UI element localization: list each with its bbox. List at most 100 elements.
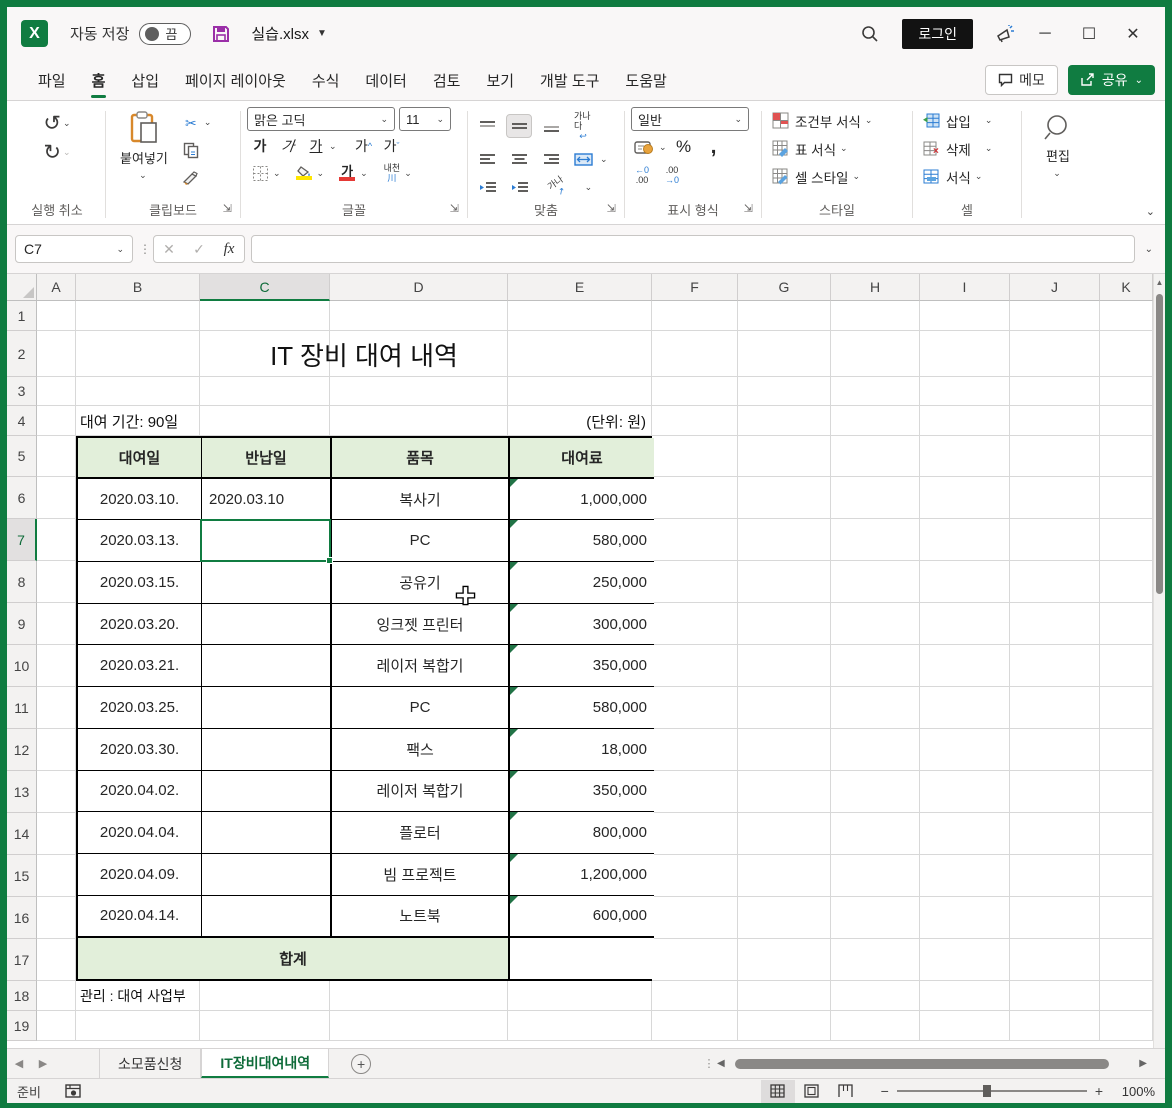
cell-I7[interactable] (920, 519, 1010, 561)
cell-J2[interactable] (1010, 331, 1100, 377)
increase-decimal-icon[interactable]: ←0.00 (631, 163, 653, 187)
table-cell-item[interactable]: 레이저 복합기 (332, 645, 510, 688)
cell-A3[interactable] (37, 377, 76, 406)
cell-J19[interactable] (1010, 1011, 1100, 1041)
chevron-down-icon[interactable]: ⌄ (585, 182, 593, 193)
page-break-view-button[interactable] (829, 1080, 863, 1103)
align-center-icon[interactable] (506, 147, 532, 171)
cell-A7[interactable] (37, 519, 76, 561)
table-cell-ret[interactable] (202, 895, 332, 938)
table-cell-item[interactable]: 공유기 (332, 562, 510, 604)
cell-B1[interactable] (76, 301, 200, 331)
align-top-icon[interactable] (474, 114, 500, 138)
table-cell-fee[interactable]: 600,000 (510, 895, 654, 938)
cell-H9[interactable] (831, 603, 920, 645)
table-header-0[interactable]: 대여일 (78, 438, 202, 479)
table-cell-date[interactable]: 2020.04.04. (78, 812, 202, 854)
cell-G4[interactable] (738, 406, 831, 436)
table-cell-item[interactable]: 잉크젯 프린터 (332, 603, 510, 646)
cell-F15[interactable] (652, 855, 738, 897)
cell-F13[interactable] (652, 771, 738, 813)
column-header-J[interactable]: J (1010, 274, 1100, 301)
expand-formula-bar-icon[interactable]: ⌄ (1141, 244, 1157, 255)
column-header-A[interactable]: A (37, 274, 76, 301)
cell-I19[interactable] (920, 1011, 1010, 1041)
login-button[interactable]: 로그인 (902, 18, 973, 49)
cell-K2[interactable] (1100, 331, 1153, 377)
table-cell-item[interactable]: 레이저 복합기 (332, 770, 510, 813)
table-cell-date[interactable]: 2020.03.20. (78, 603, 202, 646)
cell-D19[interactable] (330, 1011, 508, 1041)
table-cell-date[interactable]: 2020.03.21. (78, 645, 202, 688)
scroll-up-icon[interactable]: ▲ (1154, 274, 1165, 290)
percent-style-button[interactable]: % (671, 135, 697, 159)
cell-H8[interactable] (831, 561, 920, 603)
font-color-icon[interactable]: 가 (334, 161, 360, 185)
cell-J1[interactable] (1010, 301, 1100, 331)
cell-J8[interactable] (1010, 561, 1100, 603)
font-dialog-launcher[interactable]: ⇲ (450, 198, 459, 220)
cell-J4[interactable] (1010, 406, 1100, 436)
cell-A19[interactable] (37, 1011, 76, 1041)
row-header-6[interactable]: 6 (7, 477, 37, 519)
column-header-G[interactable]: G (738, 274, 831, 301)
underline-button[interactable]: 가 (303, 134, 329, 158)
cell-B3[interactable] (76, 377, 200, 406)
table-cell-ret[interactable] (202, 770, 332, 813)
align-left-icon[interactable] (474, 147, 500, 171)
cell-G11[interactable] (738, 687, 831, 729)
table-cell-item[interactable]: 팩스 (332, 728, 510, 771)
table-cell-item[interactable]: 빔 프로젝트 (332, 853, 510, 896)
table-cell-date[interactable]: 2020.03.15. (78, 562, 202, 604)
chevron-down-icon[interactable]: ⌄ (329, 141, 337, 152)
chevron-down-icon[interactable]: ⌄ (659, 142, 667, 153)
cell-F2[interactable] (652, 331, 738, 377)
cell-K13[interactable] (1100, 771, 1153, 813)
cell-K15[interactable] (1100, 855, 1153, 897)
table-cell-fee[interactable]: 580,000 (510, 687, 654, 729)
cell-H18[interactable] (831, 981, 920, 1011)
share-button[interactable]: 공유 ⌄ (1067, 65, 1155, 95)
row-header-11[interactable]: 11 (7, 687, 37, 729)
alignment-dialog-launcher[interactable]: ⇲ (607, 198, 616, 220)
chevron-down-icon[interactable]: ⌄ (63, 147, 71, 158)
row-header-12[interactable]: 12 (7, 729, 37, 771)
row-header-9[interactable]: 9 (7, 603, 37, 645)
row-header-10[interactable]: 10 (7, 645, 37, 687)
unit-label[interactable]: (단위: 원) (508, 406, 646, 436)
column-header-H[interactable]: H (831, 274, 920, 301)
cell-G1[interactable] (738, 301, 831, 331)
normal-view-button[interactable] (760, 1079, 795, 1103)
cell-styles-button[interactable]: 셀 스타일 ⌄ (768, 163, 864, 190)
tab-developer[interactable]: 개발 도구 (527, 63, 612, 98)
vertical-scroll-thumb[interactable] (1156, 294, 1163, 594)
cell-H13[interactable] (831, 771, 920, 813)
cell-K9[interactable] (1100, 603, 1153, 645)
cell-I2[interactable] (920, 331, 1010, 377)
cell-J10[interactable] (1010, 645, 1100, 687)
table-cell-fee[interactable]: 300,000 (510, 603, 654, 646)
table-header-1[interactable]: 반납일 (202, 438, 332, 479)
cell-H5[interactable] (831, 436, 920, 477)
cell-F12[interactable] (652, 729, 738, 771)
table-cell-date[interactable]: 2020.04.02. (78, 770, 202, 813)
comments-button[interactable]: 메모 (985, 65, 1058, 95)
table-cell-item[interactable]: PC (332, 520, 510, 563)
cell-C19[interactable] (200, 1011, 330, 1041)
column-header-D[interactable]: D (330, 274, 508, 301)
cell-G3[interactable] (738, 377, 831, 406)
cell-A15[interactable] (37, 855, 76, 897)
cell-J14[interactable] (1010, 813, 1100, 855)
cell-G2[interactable] (738, 331, 831, 377)
insert-cells-button[interactable]: 삽입 ⌄ (919, 107, 996, 134)
cell-K19[interactable] (1100, 1011, 1153, 1041)
fill-color-icon[interactable] (291, 161, 317, 185)
table-cell-date[interactable]: 2020.04.09. (78, 853, 202, 896)
table-cell-fee[interactable]: 350,000 (510, 645, 654, 688)
cell-J12[interactable] (1010, 729, 1100, 771)
table-cell-ret[interactable] (202, 687, 332, 729)
collapse-ribbon-icon[interactable]: ⌄ (1146, 205, 1155, 218)
cell-A17[interactable] (37, 939, 76, 981)
align-bottom-icon[interactable] (538, 114, 564, 138)
table-cell-fee[interactable]: 580,000 (510, 520, 654, 563)
